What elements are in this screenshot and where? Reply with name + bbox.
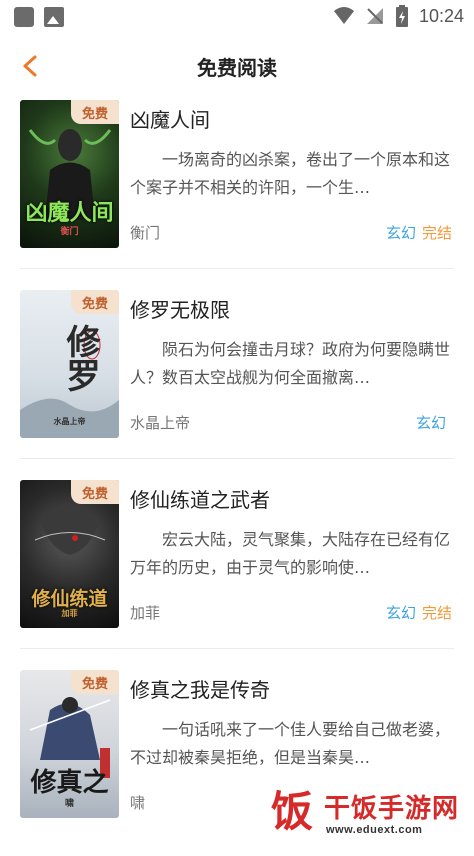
book-author: 水晶上帝 — [130, 414, 191, 432]
top-bar: 免费阅读 — [0, 34, 474, 98]
book-cover[interactable]: 修仙练道 加菲 免费 — [20, 480, 119, 628]
status-tag: 完结 — [421, 604, 452, 622]
watermark-brand: 干饭手游网 — [324, 794, 460, 824]
cover-author: 衡门 — [60, 227, 79, 237]
free-badge: 免费 — [71, 480, 119, 504]
watermark-glyph: 饭 — [271, 787, 313, 836]
book-author: 加菲 — [130, 604, 161, 622]
image-notification-icon — [44, 7, 64, 27]
free-badge: 免费 — [71, 100, 119, 124]
cover-title: 修罗 — [60, 324, 100, 392]
wifi-icon — [333, 7, 354, 24]
book-title: 修真之我是传奇 — [130, 678, 270, 702]
book-tags: 玄幻 完结 — [386, 602, 452, 623]
book-author: 衡门 — [130, 224, 161, 242]
cover-title: 修仙练道 — [31, 588, 108, 610]
watermark-url: www.eduext.com — [326, 824, 423, 836]
divider — [20, 648, 454, 649]
book-tags: 玄幻 完结 — [386, 222, 452, 243]
book-title: 修罗无极限 — [130, 298, 230, 322]
divider — [20, 458, 454, 459]
divider — [20, 268, 454, 269]
book-description: 陨石为何会撞击月球？政府为何要隐瞒世人？数百太空战舰为何全面撤离… — [130, 340, 451, 387]
clock: 10:24 — [418, 5, 464, 26]
book-title: 凶魔人间 — [130, 108, 210, 132]
cover-author: 水晶上帝 — [53, 417, 86, 426]
cover-title: 凶魔人间 — [25, 201, 114, 226]
battery-icon — [395, 5, 408, 27]
genre-tag: 玄幻 — [385, 604, 416, 622]
book-description: 一场离奇的凶杀案，卷出了一个原本和这个案子并不相关的许阳，一个生… — [130, 150, 451, 197]
book-item[interactable]: 修仙练道 加菲 免费 修仙练道之武者 宏云大陆，灵气聚集，大陆存在已经有亿万年的… — [0, 476, 474, 666]
book-title: 修仙练道之武者 — [130, 488, 270, 512]
book-author: 啸 — [130, 794, 146, 812]
site-watermark: 饭 干饭手游网 www.eduext.com — [262, 780, 474, 844]
genre-tag: 玄幻 — [415, 414, 446, 432]
book-cover[interactable]: 凶魔人间 衡门 免费 — [20, 100, 119, 248]
book-description: 一句话吼来了一个佳人要给自己做老婆，不过却被秦昊拒绝，但是当秦昊… — [130, 720, 451, 767]
notification-icon — [14, 7, 34, 27]
cover-author: 啸 — [64, 799, 74, 809]
genre-tag: 玄幻 — [385, 224, 416, 242]
book-cover[interactable]: 修真之 啸 免费 — [20, 670, 119, 818]
book-item[interactable]: 凶魔人间 衡门 免费 凶魔人间 一场离奇的凶杀案，卷出了一个原本和这个案子并不相… — [0, 96, 474, 286]
free-badge: 免费 — [71, 670, 119, 694]
book-tags: 玄幻 — [416, 412, 452, 433]
page-title: 免费阅读 — [197, 56, 277, 80]
status-bar: 10:24 — [0, 0, 474, 34]
no-signal-icon — [366, 8, 383, 24]
cover-author: 加菲 — [61, 609, 78, 618]
book-description: 宏云大陆，灵气聚集，大陆存在已经有亿万年的历史，由于灵气的影响使… — [130, 530, 451, 577]
book-item[interactable]: 修罗 水晶上帝 免费 修罗无极限 陨石为何会撞击月球？政府为何要隐瞒世人？数百太… — [0, 286, 474, 476]
cover-title: 修真之 — [30, 768, 109, 798]
free-badge: 免费 — [71, 290, 119, 314]
book-cover[interactable]: 修罗 水晶上帝 免费 — [20, 290, 119, 438]
status-tag: 完结 — [421, 224, 452, 242]
watermark-logo: 饭 — [266, 784, 318, 836]
